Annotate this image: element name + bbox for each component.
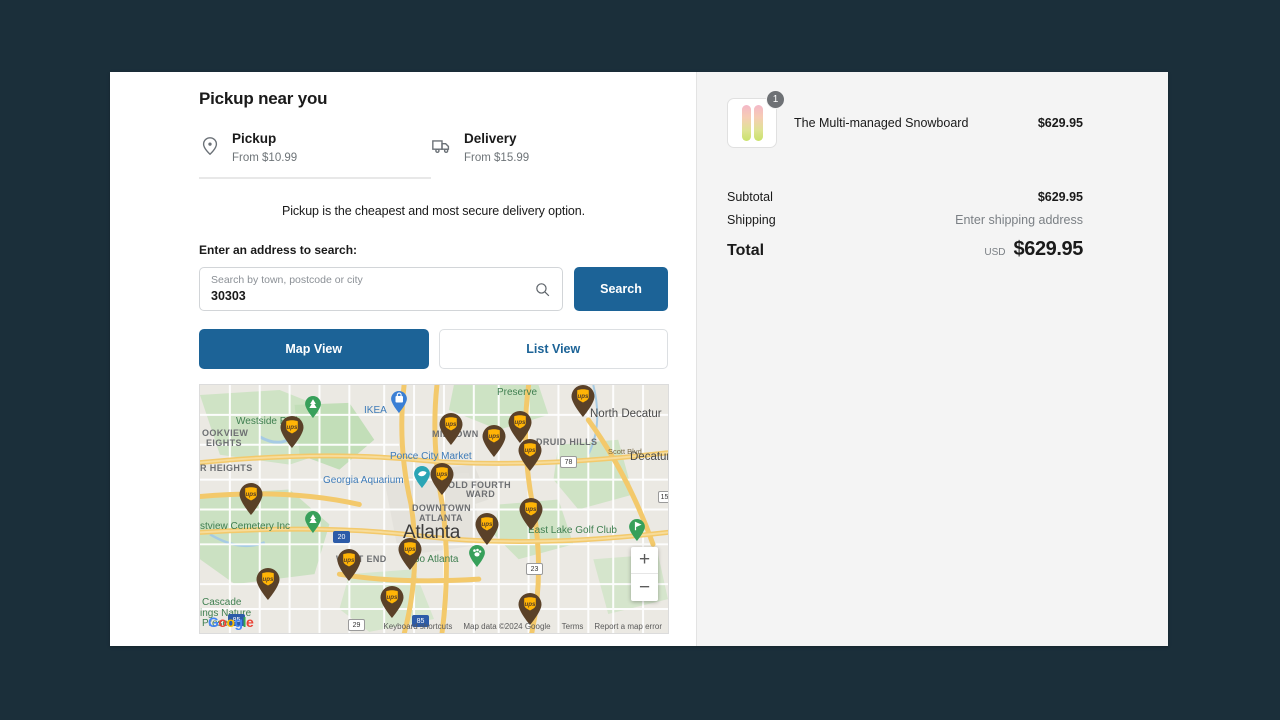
search-input-placeholder: Search by town, postcode or city <box>211 274 363 286</box>
keyboard-shortcuts-link[interactable]: Keyboard shortcuts <box>383 622 452 631</box>
view-toggle: Map View List View <box>199 329 668 369</box>
pickup-panel: Pickup near you Pickup From $10.99 Deliv… <box>110 72 697 646</box>
tab-map-view[interactable]: Map View <box>199 329 429 369</box>
method-tab-divider <box>199 177 431 179</box>
total-currency: USD <box>984 247 1006 258</box>
page-title: Pickup near you <box>199 89 328 108</box>
search-icon[interactable] <box>534 281 551 298</box>
page-background: Pickup near you Pickup From $10.99 Deliv… <box>0 0 1280 720</box>
map-data-text: Map data ©2024 Google <box>463 622 551 631</box>
delivery-truck-icon <box>431 135 453 157</box>
delivery-method-tabs: Pickup From $10.99 Delivery From $15.99 <box>199 127 668 179</box>
ups-location-pin[interactable]: ups <box>280 416 305 448</box>
checkout-card: Pickup near you Pickup From $10.99 Deliv… <box>110 72 1168 646</box>
ups-location-pin[interactable]: ups <box>571 385 596 417</box>
svg-text:ups: ups <box>245 491 257 498</box>
map-poi-pin[interactable] <box>391 391 408 413</box>
svg-text:ups: ups <box>577 393 589 400</box>
total-row: Total USD $629.95 <box>727 238 1083 261</box>
method-tab-delivery[interactable]: Delivery From $15.99 <box>431 127 529 179</box>
svg-text:ups: ups <box>524 447 536 454</box>
method-price-pickup: From $10.99 <box>232 152 298 164</box>
map-poi-pin[interactable] <box>305 511 322 533</box>
svg-text:ups: ups <box>488 433 500 440</box>
ups-location-pin[interactable]: ups <box>519 498 544 530</box>
map-route-shield: 155 <box>658 491 668 503</box>
total-label: Total <box>727 242 765 259</box>
map-poi-pin[interactable] <box>629 519 646 541</box>
search-input-value: 30303 <box>211 289 246 303</box>
search-button[interactable]: Search <box>574 267 668 311</box>
address-search-row: Search by town, postcode or city 30303 S… <box>199 267 668 311</box>
svg-text:ups: ups <box>404 546 416 553</box>
ups-location-pin[interactable]: ups <box>337 549 362 581</box>
snowboard-right-shape <box>753 105 763 141</box>
method-label-pickup: Pickup <box>232 131 277 146</box>
map-zoom-in-button[interactable]: + <box>631 547 658 574</box>
quantity-badge: 1 <box>766 90 785 109</box>
svg-text:ups: ups <box>445 421 457 428</box>
product-name: The Multi-managed Snowboard <box>794 116 969 130</box>
total-value: $629.95 <box>1013 238 1084 260</box>
shipping-label: Shipping <box>727 213 776 227</box>
product-thumbnail-wrapper: 1 <box>727 90 785 148</box>
method-label-delivery: Delivery <box>464 131 517 146</box>
ups-location-pin[interactable]: ups <box>518 439 543 471</box>
cart-line-item: 1 The Multi-managed Snowboard $629.95 <box>727 90 1083 148</box>
svg-text:ups: ups <box>343 557 355 564</box>
ups-location-pin[interactable]: ups <box>482 425 507 457</box>
map-zoom-controls[interactable]: + − <box>631 547 658 601</box>
pickup-location-map[interactable]: Westside Park OOKVIEW EIGHTS R HEIGHTS IKEA P… <box>199 384 669 634</box>
map-route-shield: 23 <box>526 563 543 575</box>
ups-location-pin[interactable]: ups <box>475 513 500 545</box>
svg-text:ups: ups <box>262 576 274 583</box>
map-route-shield: 78 <box>560 456 577 468</box>
map-attribution: Keyboard shortcuts Map data ©2024 Google… <box>200 620 668 633</box>
shipping-value: Enter shipping address <box>955 213 1083 227</box>
map-route-shield: 20 <box>333 531 350 543</box>
subtotal-value: $629.95 <box>1037 190 1083 204</box>
map-pin-icon <box>199 135 221 157</box>
svg-text:ups: ups <box>286 424 298 431</box>
snowboard-left-shape <box>741 105 751 141</box>
map-poi-pin[interactable] <box>305 396 322 418</box>
svg-text:ups: ups <box>525 506 537 513</box>
pickup-note: Pickup is the cheapest and most secure d… <box>281 204 585 218</box>
svg-text:ups: ups <box>524 601 536 608</box>
tab-list-view[interactable]: List View <box>438 329 668 369</box>
shipping-row: Shipping Enter shipping address <box>727 213 1083 227</box>
map-poi-pin[interactable] <box>469 545 486 567</box>
ups-location-pin[interactable]: ups <box>256 568 281 600</box>
ups-location-pin[interactable]: ups <box>439 413 464 445</box>
method-tab-pickup[interactable]: Pickup From $10.99 <box>199 127 431 179</box>
report-map-error-link[interactable]: Report a map error <box>594 622 662 631</box>
search-field-label: Enter an address to search: <box>199 243 358 257</box>
method-price-delivery: From $15.99 <box>464 152 530 164</box>
svg-text:ups: ups <box>436 471 448 478</box>
terms-link[interactable]: Terms <box>562 622 584 631</box>
ups-location-pin[interactable]: ups <box>239 483 264 515</box>
search-input[interactable]: Search by town, postcode or city 30303 <box>199 267 563 311</box>
order-summary-panel: 1 The Multi-managed Snowboard $629.95 Su… <box>697 72 1168 646</box>
svg-text:ups: ups <box>481 521 493 528</box>
totals-section: Subtotal $629.95 Shipping Enter shipping… <box>727 190 1083 261</box>
map-poi-pin[interactable] <box>414 466 431 488</box>
subtotal-row: Subtotal $629.95 <box>727 190 1083 204</box>
product-price: $629.95 <box>1037 116 1083 130</box>
ups-location-pin[interactable]: ups <box>398 538 423 570</box>
ups-location-pin[interactable]: ups <box>430 463 455 495</box>
subtotal-label: Subtotal <box>727 190 773 204</box>
ups-location-pin[interactable]: ups <box>380 586 405 618</box>
svg-text:ups: ups <box>386 594 398 601</box>
map-zoom-out-button[interactable]: − <box>631 574 658 601</box>
svg-text:ups: ups <box>514 419 526 426</box>
